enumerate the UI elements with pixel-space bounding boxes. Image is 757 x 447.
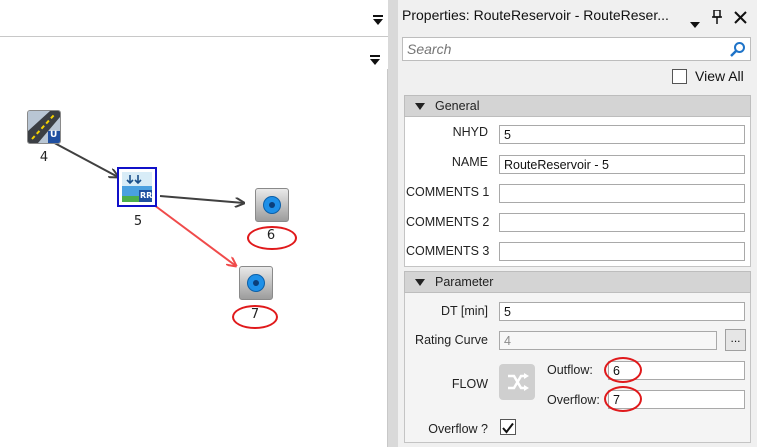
comments-2-label: COMMENTS 2 [406, 215, 490, 229]
node-5-selection[interactable]: RR [117, 167, 157, 207]
node-4-badge: U [50, 130, 58, 140]
node-6-junction-icon[interactable] [255, 188, 289, 222]
search-icon[interactable] [730, 41, 746, 61]
nhyd-field[interactable]: 5 [499, 125, 745, 144]
dt-field[interactable]: 5 [499, 302, 745, 321]
panel-dropdown-icon[interactable] [690, 13, 700, 32]
node-6-label: 6 [266, 228, 276, 243]
properties-title-bar: Properties: RouteReservoir - RouteReser.… [398, 0, 757, 30]
node-5-label: 5 [133, 214, 143, 229]
nhyd-label: NHYD [452, 125, 488, 139]
node-5-route-reservoir-icon: RR [122, 172, 152, 202]
collapse-triangle-icon [415, 103, 425, 110]
node-4-label: 4 [39, 150, 49, 165]
parameter-section-title: Parameter [435, 275, 494, 289]
parameter-section-body: DT [min] 5 Rating Curve 4 ... FLOW Outfl… [404, 293, 751, 443]
node-5-badge: RR [140, 191, 153, 200]
overflow-question-label: Overflow ? [428, 422, 488, 436]
outflow-label: Outflow: [547, 363, 593, 377]
link-5-to-7[interactable] [149, 201, 236, 266]
close-icon[interactable] [734, 9, 747, 28]
checkmark-icon [502, 422, 514, 434]
rating-curve-field[interactable]: 4 [499, 331, 717, 350]
overflow-label: Overflow: [547, 393, 600, 407]
search-box[interactable] [402, 37, 751, 61]
canvas-tab-bar [0, 36, 391, 70]
node-7-label: 7 [250, 307, 260, 322]
model-canvas[interactable]: U 4 RR 5 6 7 [0, 69, 388, 447]
outflow-annotation-circle [604, 357, 642, 383]
general-section-title: General [435, 99, 480, 113]
panel-splitter[interactable] [388, 0, 398, 447]
panel-menu-dropdown-icon[interactable] [373, 15, 383, 26]
comments-1-field[interactable] [499, 184, 745, 203]
view-all-label: View All [695, 68, 744, 84]
view-all-checkbox[interactable] [672, 69, 687, 84]
pin-icon[interactable] [712, 9, 722, 28]
rating-curve-label: Rating Curve [415, 333, 488, 347]
name-field[interactable]: RouteReservoir - 5 [499, 155, 745, 174]
overflow-checkbox[interactable] [500, 419, 516, 435]
comments-2-field[interactable] [499, 213, 745, 232]
comments-3-field[interactable] [499, 242, 745, 261]
rating-curve-browse-button[interactable]: ... [725, 329, 746, 351]
flow-split-icon[interactable] [499, 364, 535, 400]
parameter-section-header[interactable]: Parameter [404, 271, 751, 293]
properties-title: Properties: RouteReservoir - RouteReser.… [402, 7, 669, 23]
flow-label: FLOW [451, 377, 488, 391]
node-4-road-icon[interactable]: U [27, 110, 61, 144]
collapse-triangle-icon [415, 279, 425, 286]
canvas-top-bar [0, 0, 391, 36]
comments-1-label: COMMENTS 1 [406, 185, 490, 199]
tab-dropdown-icon[interactable] [370, 50, 380, 69]
link-5-to-6[interactable] [159, 195, 244, 203]
name-label: NAME [451, 155, 488, 169]
properties-panel: Properties: RouteReservoir - RouteReser.… [398, 0, 757, 447]
general-section-header[interactable]: General [404, 95, 751, 117]
comments-3-label: COMMENTS 3 [406, 244, 490, 258]
dt-label: DT [min] [441, 304, 488, 318]
general-section-body: NHYD 5 NAME RouteReservoir - 5 COMMENTS … [404, 117, 751, 267]
overflow-annotation-circle [604, 386, 642, 412]
node-7-junction-icon[interactable] [239, 266, 273, 300]
search-input[interactable] [407, 40, 717, 58]
